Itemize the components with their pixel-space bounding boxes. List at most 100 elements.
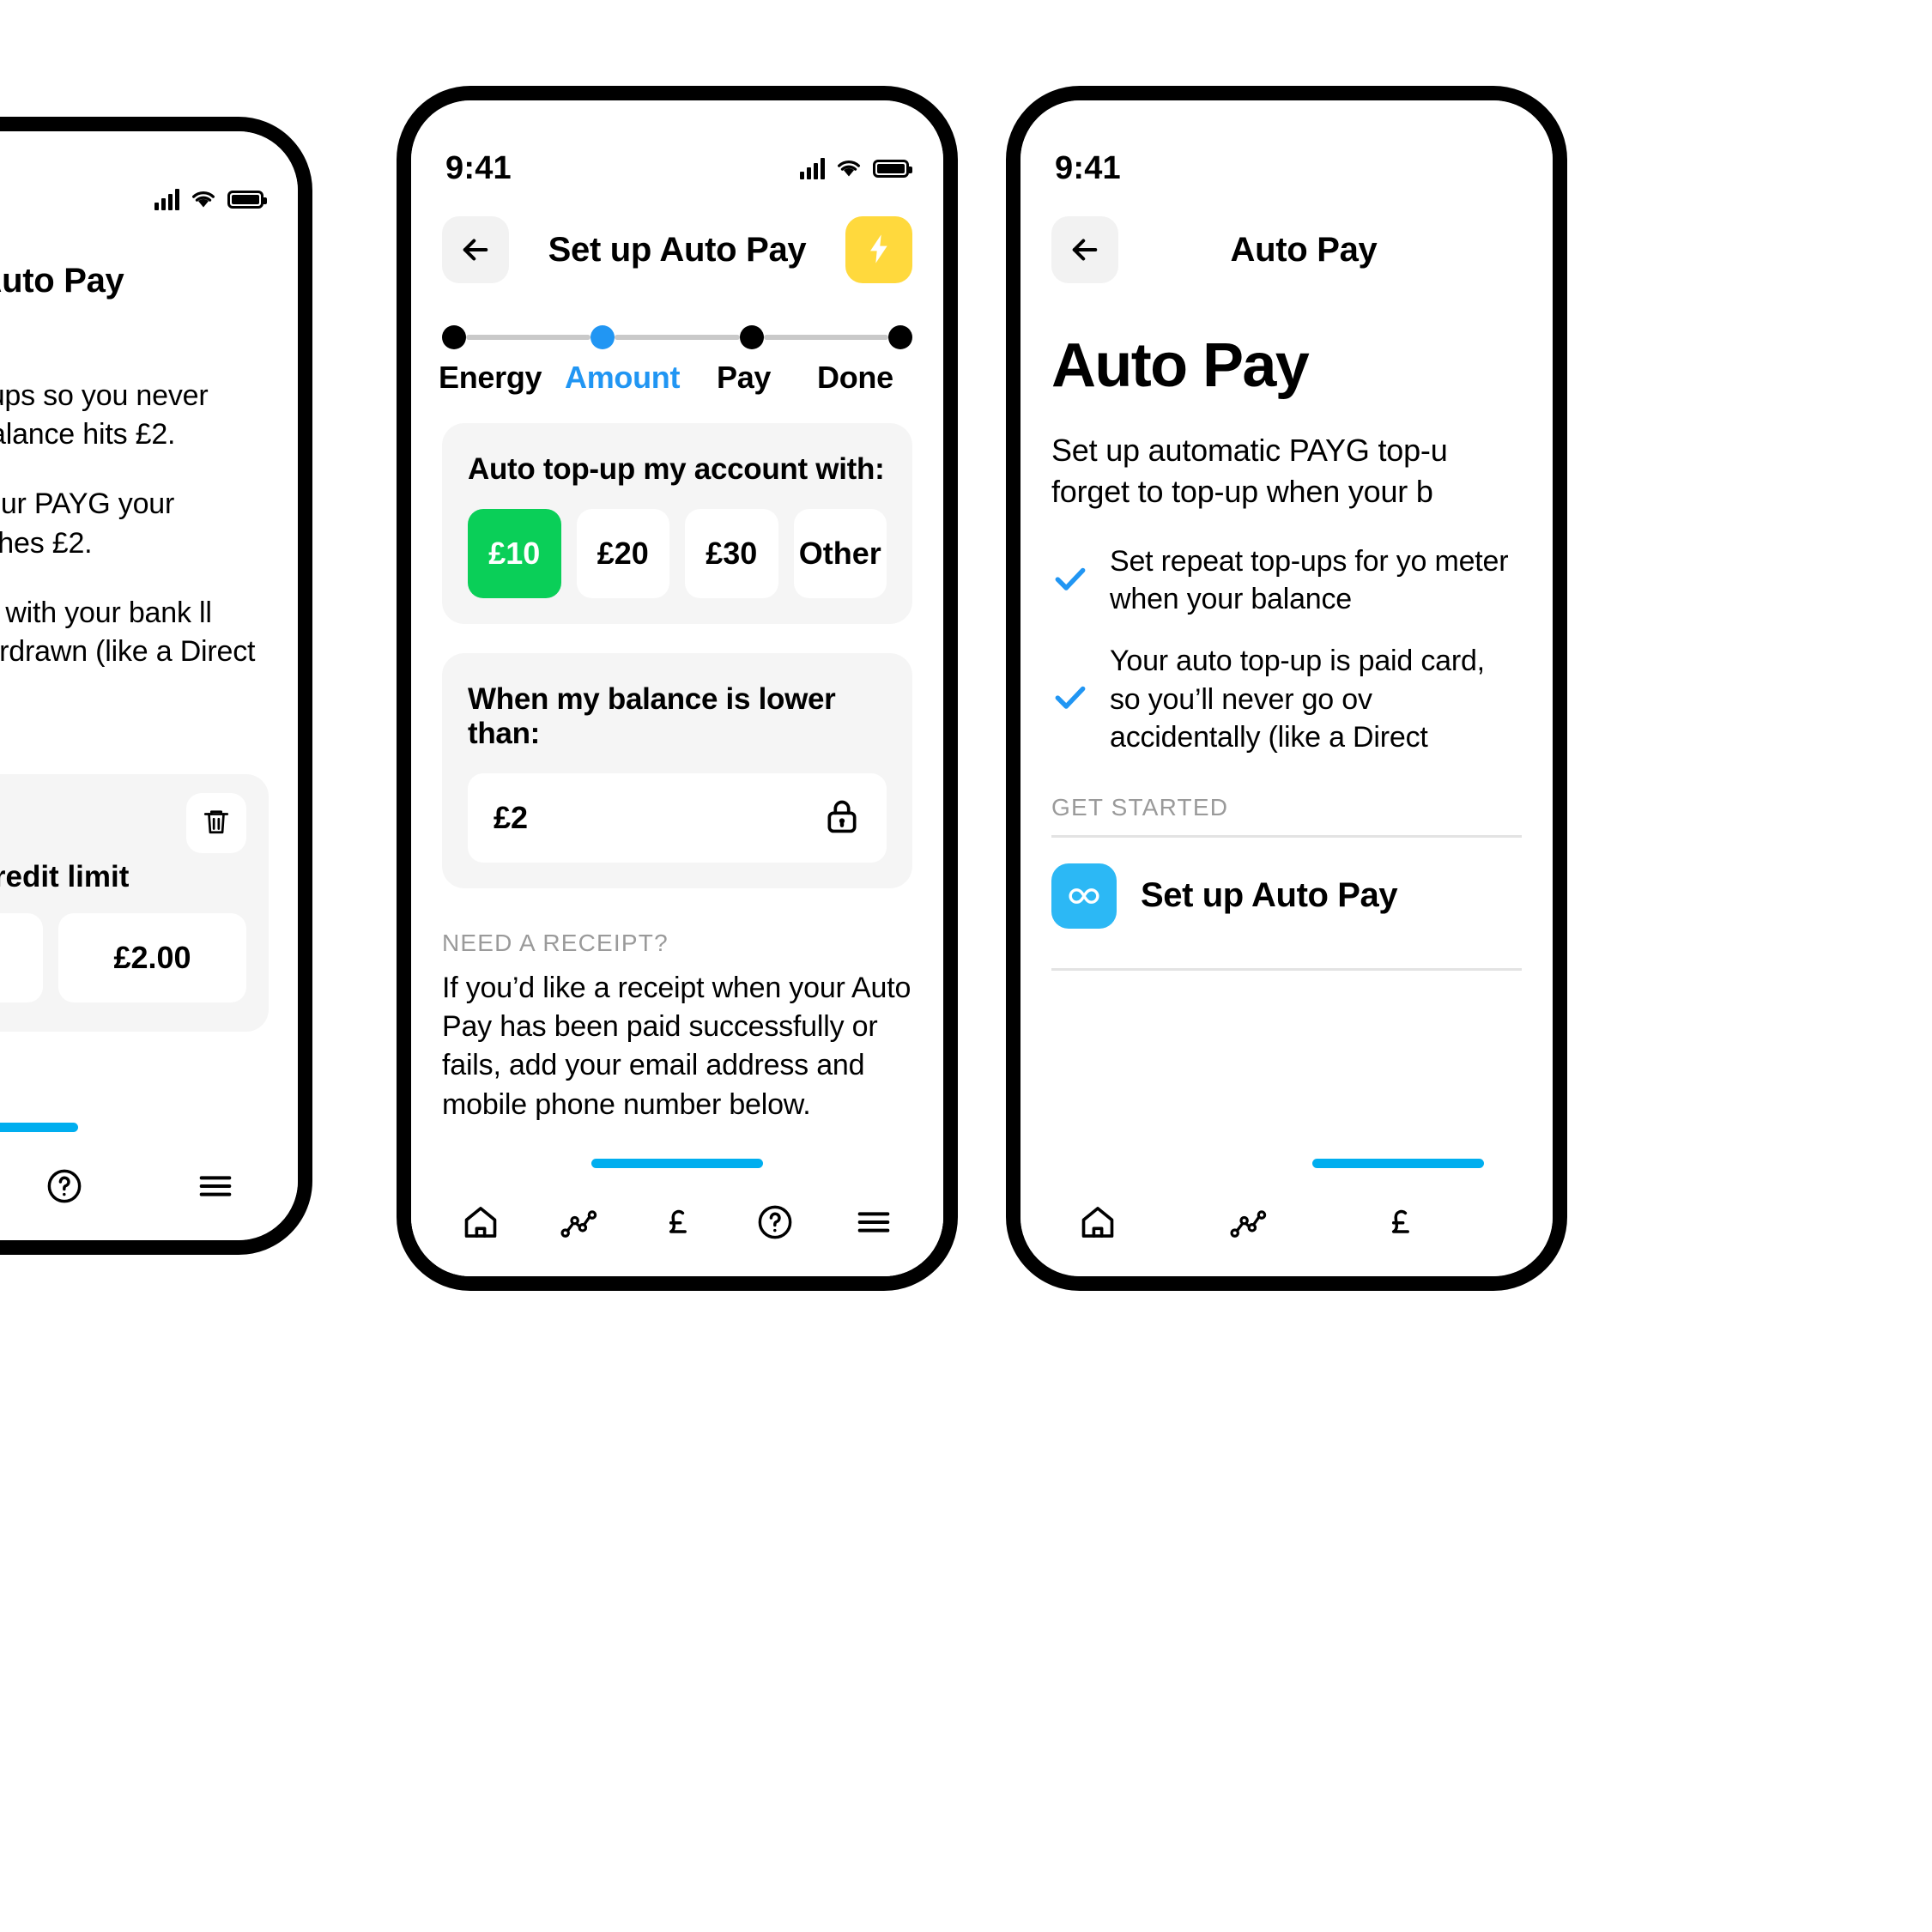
tab-help-mid[interactable] — [741, 1188, 809, 1257]
battery-icon — [1482, 160, 1518, 178]
page-title-right: Auto Pay — [1230, 230, 1378, 269]
nav-spacer-right — [1455, 216, 1522, 283]
step-label-pay: Pay — [717, 360, 772, 395]
benefit-item-2: Your auto top-up is paid card, so you’ll… — [1051, 642, 1522, 756]
tab-menu-mid[interactable] — [839, 1188, 908, 1257]
home-icon — [461, 1202, 500, 1242]
quick-action-button[interactable] — [845, 216, 912, 283]
tab-home-right[interactable] — [1063, 1188, 1132, 1257]
left-paragraph-3: op-up is paid with your bank ll never go… — [0, 596, 256, 669]
tab-bar-left — [0, 1132, 298, 1240]
tab-bar-wrap-left — [0, 1123, 298, 1240]
phone-right-screen: 9:41 Auto Pay Auto Pay Set up automatic … — [1021, 100, 1553, 1276]
menu-icon — [196, 1166, 235, 1206]
tab-usage-mid[interactable] — [545, 1188, 614, 1257]
benefit-item-1: Set repeat top-ups for yo meter when you… — [1051, 542, 1522, 618]
step-line-3 — [763, 335, 888, 340]
balance-threshold-title: When my balance is lower than: — [468, 682, 836, 750]
status-bar-mid: 9:41 — [411, 140, 943, 197]
amount-option-10[interactable]: £10 — [468, 509, 561, 598]
phone-mid-frame: 9:41 Set up Auto Pay Energy Amount Pay D… — [397, 86, 958, 1291]
credit-limit-card: Credit limit £2.00 — [0, 773, 269, 1032]
tab-bar-wrap-right — [1021, 1159, 1553, 1276]
tab-bar-mid — [411, 1168, 943, 1276]
tab-home-mid[interactable] — [446, 1188, 515, 1257]
step-dot-amount[interactable] — [591, 325, 615, 349]
status-time-right: 9:41 — [1055, 149, 1121, 186]
wifi-icon — [1445, 159, 1471, 178]
back-arrow-icon — [457, 232, 494, 268]
credit-limit-right-field[interactable]: £2.00 — [58, 912, 246, 1002]
trash-icon — [202, 807, 231, 839]
status-bar-right: 9:41 — [1021, 140, 1553, 197]
page-title-left: Auto Pay — [0, 261, 124, 300]
infinity-icon — [1051, 863, 1117, 929]
help-icon — [45, 1166, 84, 1206]
divider-bottom — [1051, 967, 1522, 971]
benefit-text-1: Set repeat top-ups for yo meter when you… — [1110, 545, 1509, 616]
get-started-row[interactable]: Set up Auto Pay — [1051, 838, 1522, 954]
signal-bars-icon — [154, 188, 179, 210]
page-title-mid: Set up Auto Pay — [548, 230, 807, 269]
tab-menu-left[interactable] — [181, 1152, 250, 1220]
get-started-label: GET STARTED — [1051, 793, 1229, 821]
tab-pay-mid[interactable] — [643, 1188, 712, 1257]
back-button-mid[interactable] — [442, 216, 509, 283]
lock-icon — [823, 797, 861, 839]
auto-pay-intro: Set up automatic PAYG top-u forget to to… — [1051, 433, 1448, 509]
step-line-2 — [615, 335, 740, 340]
phone-left-screen: Auto Pay c PAYG top-ups so you never whe… — [0, 131, 298, 1240]
credit-limit-fields: £2.00 — [0, 912, 246, 1002]
delete-limit-button[interactable] — [186, 792, 246, 853]
credit-limit-left-field[interactable] — [0, 912, 43, 1002]
wifi-icon — [191, 190, 216, 209]
help-icon — [755, 1202, 795, 1242]
balance-threshold-input[interactable]: £2 — [468, 773, 887, 863]
tab-usage-right[interactable] — [1214, 1188, 1283, 1257]
battery-icon — [873, 159, 912, 178]
stepper-labels: Energy Amount Pay Done — [439, 360, 912, 399]
pound-icon — [658, 1203, 696, 1241]
topup-amount-title: Auto top-up my account with: — [468, 452, 885, 486]
menu-icon — [854, 1202, 893, 1242]
step-dot-pay[interactable] — [739, 325, 764, 349]
balance-threshold-card: When my balance is lower than: £2 — [442, 653, 912, 888]
step-dot-energy[interactable] — [442, 325, 466, 349]
check-icon — [1051, 560, 1089, 602]
tab-bar-right — [1021, 1168, 1553, 1276]
topup-amount-options: £10 £20 £30 Other — [468, 509, 887, 598]
home-indicator-right — [1312, 1159, 1484, 1168]
amount-option-20[interactable]: £20 — [576, 509, 669, 598]
nav-bar-left: Auto Pay — [0, 227, 298, 322]
home-icon — [1078, 1202, 1117, 1242]
status-icons-left — [154, 188, 267, 210]
step-dot-done[interactable] — [887, 325, 912, 349]
battery-icon — [227, 190, 267, 209]
credit-limit-title: Credit limit — [0, 859, 130, 893]
left-paragraph-2: op-ups for your PAYG your balance reache… — [0, 488, 175, 560]
phone-left-content: c PAYG top-ups so you never when your ba… — [0, 322, 298, 1032]
step-label-done: Done — [817, 360, 893, 395]
tab-help-left[interactable] — [30, 1152, 99, 1220]
tab-pay-right[interactable] — [1366, 1188, 1434, 1257]
auto-pay-heading: Auto Pay — [1051, 331, 1310, 400]
lightning-bolt-icon — [862, 232, 896, 269]
left-paragraph-1: c PAYG top-ups so you never when your ba… — [0, 379, 209, 451]
status-bar-left — [0, 171, 298, 227]
step-label-energy: Energy — [439, 360, 542, 395]
back-arrow-icon — [1067, 232, 1103, 268]
back-button-right[interactable] — [1051, 216, 1118, 283]
wifi-icon — [836, 159, 862, 178]
phone-mid-screen: 9:41 Set up Auto Pay Energy Amount Pay D… — [411, 100, 943, 1276]
receipt-section-label: NEED A RECEIPT? — [442, 930, 669, 956]
usage-chart-icon — [560, 1202, 599, 1242]
signal-bars-icon — [1409, 157, 1434, 179]
amount-option-other[interactable]: Other — [793, 509, 887, 598]
balance-threshold-value: £2 — [494, 800, 529, 835]
screenshot-stage: Auto Pay c PAYG top-ups so you never whe… — [0, 0, 1932, 1932]
receipt-body-text: If you’d like a receipt when your Auto P… — [442, 972, 911, 1121]
pound-icon — [1381, 1203, 1419, 1241]
setup-stepper: Energy Amount Pay Done — [411, 291, 943, 399]
amount-option-30[interactable]: £30 — [685, 509, 778, 598]
nav-bar-mid: Set up Auto Pay — [411, 197, 943, 291]
